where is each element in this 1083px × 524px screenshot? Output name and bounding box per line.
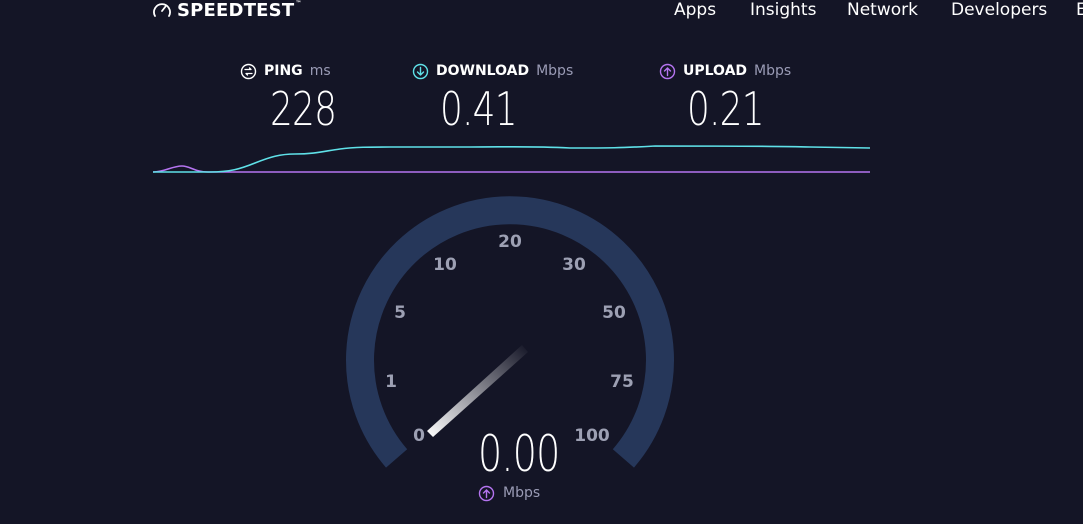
download-label: DOWNLOAD [436, 63, 530, 79]
current-speed-unit-row: Mbps [478, 484, 540, 502]
download-history-line [153, 145, 871, 173]
current-speed-value: 0.00 [478, 425, 560, 483]
upload-history-line [152, 165, 870, 173]
download-metric: DOWNLOAD Mbps 0.41 [412, 62, 574, 136]
ping-label: PING [264, 63, 303, 79]
upload-icon [659, 63, 676, 79]
upload-icon [478, 485, 495, 501]
gauge-tick-0: 0 [413, 426, 425, 446]
speed-history-graph [152, 145, 871, 173]
gauge-tick-5: 5 [394, 303, 406, 323]
gauge-tick-10: 10 [433, 255, 457, 275]
ping-unit: ms [309, 63, 331, 79]
nav-apps[interactable]: Apps [674, 0, 716, 20]
upload-label: UPLOAD [683, 63, 748, 79]
nav-developers[interactable]: Developers [951, 0, 1047, 20]
gauge-tick-50: 50 [602, 303, 626, 323]
gauge-tick-20: 20 [498, 232, 522, 252]
gauge-tick-100: 100 [574, 426, 610, 446]
ping-icon [240, 63, 257, 79]
download-unit: Mbps [536, 63, 574, 79]
nav-network[interactable]: Network [847, 0, 918, 20]
current-speed-unit: Mbps [503, 485, 541, 501]
gauge-tick-75: 75 [610, 372, 634, 392]
download-icon [412, 63, 429, 79]
gauge-tick-30: 30 [562, 255, 586, 275]
ping-value: 228 [270, 82, 337, 136]
ping-metric: PING ms 228 [240, 62, 337, 136]
top-nav: Apps Insights Network Developers E [0, 0, 1083, 20]
upload-unit: Mbps [754, 63, 792, 79]
gauge-needle [427, 345, 528, 437]
upload-value: 0.21 [687, 82, 765, 136]
upload-metric: UPLOAD Mbps 0.21 [659, 62, 792, 136]
nav-more-truncated[interactable]: E [1076, 0, 1083, 20]
gauge-tick-1: 1 [385, 372, 397, 392]
download-value: 0.41 [440, 82, 518, 136]
nav-insights[interactable]: Insights [750, 0, 816, 20]
